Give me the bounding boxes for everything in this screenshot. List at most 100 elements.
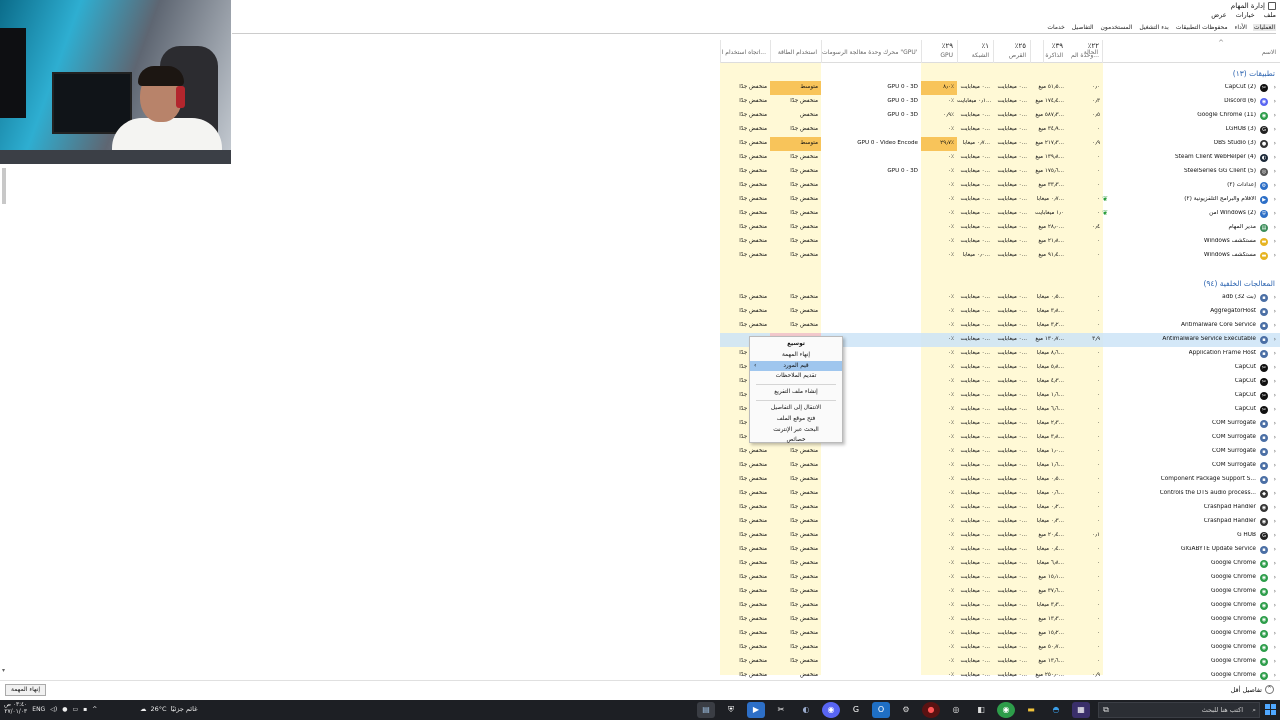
expand-chevron-icon[interactable]: › <box>1274 378 1276 385</box>
menu-item-resource-values[interactable]: قيم المورد ‹ <box>750 360 842 372</box>
taskbar-search[interactable]: اكتب هنا للبحث ⌕ <box>1098 702 1260 718</box>
expand-chevron-icon[interactable]: › <box>1274 392 1276 399</box>
process-row[interactable]: › ◉ Google Chrome ٠ ١٥٫٢ ميغ... ٠ ميغابايت...… <box>720 627 1280 641</box>
tab-startup[interactable]: بدء التشغيل <box>1138 24 1169 31</box>
menu-item-end-task[interactable]: إنهاء المهمة <box>750 350 842 361</box>
menu-item-create-dump-file[interactable]: إنشاء ملف التفريغ <box>750 387 842 398</box>
menu-item-provide-feedback[interactable]: تقديم الملاحظات <box>750 371 842 382</box>
discord-taskbar-icon[interactable]: ◉ <box>822 702 840 718</box>
expand-chevron-icon[interactable]: › <box>1274 294 1276 301</box>
process-row[interactable]: › ▤ مدير المهام ٠٫٤ ٢٨٫٠ ميغ... ٠ ميغابايت...… <box>720 221 1280 235</box>
col-gpu[interactable]: ٪٢٩ GPU <box>921 40 957 63</box>
process-row[interactable]: › ⛨ أمن Windows (2) ❦ ٠ ١٫٠ ميغابايت ٠ ميغاباي… <box>720 207 1280 221</box>
tab-processes[interactable]: العمليات <box>1252 24 1276 31</box>
menu-item-go-to-details[interactable]: الانتقال إلى التفاصيل <box>750 403 842 414</box>
menu-item-open-file-location[interactable]: فتح موقع الملف <box>750 414 842 425</box>
expand-chevron-icon[interactable]: › <box>1274 406 1276 413</box>
process-row[interactable]: › ◎ SteelSeries GG Client (5) ٠ ١٧٥٫٦ ميغ...… <box>720 165 1280 179</box>
expand-chevron-icon[interactable]: › <box>1274 630 1276 637</box>
expand-chevron-icon[interactable]: › <box>1274 448 1276 455</box>
task-view-icon[interactable]: ⧉ <box>1097 702 1115 718</box>
process-row[interactable]: › ◉ Discord (6) ٠٫٣ ١٧٤٫٤ ميغ... ٠ ميغابايت..… <box>720 95 1280 109</box>
tab-performance[interactable]: الأداء <box>1234 24 1248 31</box>
process-row[interactable]: › ◐ Steam Client WebHelper (4) ٠ ١٣٩٫٨ ميغ..… <box>720 151 1280 165</box>
process-row[interactable]: › ◉ Google Chrome ٠ ٥٠٫٧ ميغ... ٠ ميغابايت...… <box>720 641 1280 655</box>
expand-chevron-icon[interactable]: › <box>1274 546 1276 553</box>
chevron-up-tray-icon[interactable]: ^ <box>92 706 97 713</box>
expand-chevron-icon[interactable]: › <box>1274 196 1276 203</box>
process-row[interactable]: › ▪ AggregatorHost ٠ ٣٫٨ ميغابا... ٠ ميغابايت… <box>720 305 1280 319</box>
expand-chevron-icon[interactable]: › <box>1274 84 1276 91</box>
scroll-down-icon[interactable]: ▾ <box>2 667 5 674</box>
process-row[interactable]: › ◉ Crashpad Handler ٠ ٠٫٣ ميغابا... ٠ ميغابا… <box>720 515 1280 529</box>
expand-chevron-icon[interactable]: › <box>1274 658 1276 665</box>
process-row[interactable]: › ▬ Windows مستكشف ٠ ٩١٫٤ ميغ... ٠ ميغابايت..… <box>720 249 1280 263</box>
process-row[interactable]: › ✂ CapCut (2) ٠٫٠ ٥١٫٥ ميغ... ٠ ميغابايت... ٠… <box>720 81 1280 95</box>
expand-chevron-icon[interactable]: › <box>1274 238 1276 245</box>
security-taskbar-icon[interactable]: ⛨ <box>722 702 740 718</box>
fewer-details-link[interactable]: تفاصيل أقل ^ <box>1231 685 1274 694</box>
menu-options[interactable]: خيارات <box>1236 11 1255 19</box>
left-scrollbar[interactable]: ▾ <box>0 164 8 674</box>
process-row[interactable]: › ▪ Component Package Support S... ٠ ٠٫٥ ميغ… <box>720 473 1280 487</box>
expand-chevron-icon[interactable]: › <box>1274 602 1276 609</box>
volume-icon[interactable]: ◁) <box>50 706 57 713</box>
expand-chevron-icon[interactable]: › <box>1274 252 1276 259</box>
capcut-taskbar-icon[interactable]: ✂ <box>772 702 790 718</box>
process-row[interactable]: › ◉ Google Chrome ٠ ٣٧٫٦ ميغ... ٠ ميغابايت...… <box>720 585 1280 599</box>
expand-chevron-icon[interactable]: › <box>1274 168 1276 175</box>
group-background[interactable]: المعالجات الخلفية (٩٤) <box>720 277 1280 291</box>
process-row[interactable]: › G G HUB ٠٫١ ٢٠٫٤ ميغ... ٠ ميغابايت... ٠ ميغا… <box>720 529 1280 543</box>
process-row[interactable]: › ◉ Google Chrome (11) ٠٫٥ ٥٨٧٫٣ ميغ... ٠ ميغ… <box>720 109 1280 123</box>
movies-taskbar-icon[interactable]: ▶ <box>747 702 765 718</box>
expand-chevron-icon[interactable]: › <box>1274 672 1276 679</box>
tab-services[interactable]: خدمات <box>1046 24 1066 31</box>
mic-icon[interactable]: ● <box>62 706 67 713</box>
col-power[interactable]: استخدام الطاقة <box>770 40 821 63</box>
group-apps[interactable]: تطبيقات (١٣) <box>720 67 1280 81</box>
col-network[interactable]: ٪١ الشبكة <box>957 40 993 63</box>
expand-chevron-icon[interactable]: › <box>1274 588 1276 595</box>
chrome-taskbar-icon[interactable]: ◉ <box>997 702 1015 718</box>
expand-chevron-icon[interactable]: › <box>1274 112 1276 119</box>
process-row[interactable]: › ◆ Controls the DTS audio process... ٠ ٠٫٦ … <box>720 487 1280 501</box>
menu-file[interactable]: ملف <box>1264 11 1276 19</box>
expand-chevron-icon[interactable]: › <box>1274 434 1276 441</box>
menu-view[interactable]: عرض <box>1211 11 1226 19</box>
expand-chevron-icon[interactable]: › <box>1274 126 1276 133</box>
expand-chevron-icon[interactable]: › <box>1274 154 1276 161</box>
file-explorer-taskbar-icon[interactable]: ▬ <box>1022 702 1040 718</box>
steelseries-taskbar-icon[interactable]: ◎ <box>947 702 965 718</box>
expand-chevron-icon[interactable]: › <box>1274 518 1276 525</box>
app-taskbar-icon[interactable]: ◧ <box>972 702 990 718</box>
process-row[interactable]: › ◉ Google Chrome ٠ ٦٫٨ ميغابا... ٠ ميغابايت.… <box>720 557 1280 571</box>
scrollbar-thumb[interactable] <box>2 168 6 204</box>
store-taskbar-icon[interactable]: ▦ <box>1072 702 1090 718</box>
weather-widget[interactable]: ☁ 26°C غائم جزئيًا <box>140 705 198 713</box>
expand-chevron-icon[interactable]: › <box>1274 224 1276 231</box>
process-row[interactable]: › ◉ Google Chrome ٠ ١٣٫٦ ميغ... ٠ ميغابايت...… <box>720 655 1280 669</box>
network-icon[interactable]: ▭ <box>72 706 78 713</box>
end-task-button[interactable]: إنهاء المهمة <box>5 684 47 696</box>
expand-chevron-icon[interactable]: › <box>1274 420 1276 427</box>
process-row[interactable]: › ▬ Windows مستكشف ٠ ٢١٫٨ ميغ... ٠ ميغابايت..… <box>720 235 1280 249</box>
steam-taskbar-icon[interactable]: ◐ <box>797 702 815 718</box>
outlook-taskbar-icon[interactable]: O <box>872 702 890 718</box>
process-row[interactable]: › ▪ GIGABYTE Update Service ٠ ٠٫٤ ميغابا... ٠… <box>720 543 1280 557</box>
col-gpu-engine[interactable]: محرك وحدة معالجة الرسومات "GPU" <box>821 40 921 63</box>
tab-app-history[interactable]: محفوظات التطبيقات <box>1175 24 1229 31</box>
clock[interactable]: ٠٣:٤٠ ص ٢٧/٠١/٠٣ <box>4 702 27 716</box>
process-row[interactable]: › ◉ Google Chrome ٠ ١٥٫١ ميغ... ٠ ميغابايت...… <box>720 571 1280 585</box>
col-disk[interactable]: ٪٢٥ القرص <box>993 40 1030 63</box>
process-row[interactable]: › ▪ Antimalware Core Service ٠ ٣٫٢ ميغابا...… <box>720 319 1280 333</box>
expand-chevron-icon[interactable]: › <box>1274 350 1276 357</box>
tab-users[interactable]: المستخدمون <box>1100 24 1134 31</box>
expand-chevron-icon[interactable]: › <box>1274 336 1276 343</box>
lghub-taskbar-icon[interactable]: G <box>847 702 865 718</box>
col-name[interactable]: الاسم <box>1102 40 1280 63</box>
process-row[interactable]: › ● OBS Studio (3) ٠٫٩ ٢١٧٫٣ ميغ... ٠ ميغاباي… <box>720 137 1280 151</box>
process-row[interactable]: › ▶ الأفلام والبرامج التلفزيونية (٢) ❦ ٠ ٠٫٧ … <box>720 193 1280 207</box>
expand-chevron-icon[interactable]: › <box>1274 98 1276 105</box>
expand-chevron-icon[interactable]: › <box>1274 490 1276 497</box>
language-indicator[interactable]: ENG <box>32 706 45 713</box>
